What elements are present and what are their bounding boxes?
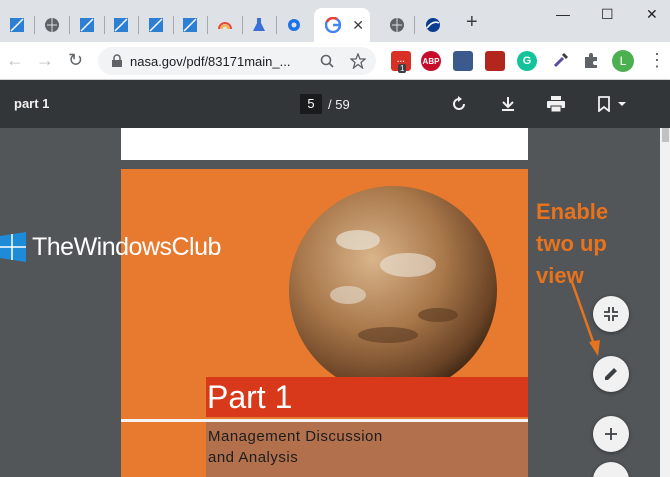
new-tab-button[interactable]: + <box>466 12 478 32</box>
globe-icon <box>45 18 59 32</box>
blue-extension-icon[interactable] <box>453 51 473 71</box>
browser-window: ✕ + — ☐ ✕ ← → ↻ nasa.gov/pdf/83171main_.… <box>0 0 670 477</box>
tab-8[interactable] <box>242 8 276 42</box>
tab-close-icon[interactable]: ✕ <box>352 18 364 32</box>
annotation-line-2: two up <box>536 231 607 256</box>
zoom-out-icon <box>604 473 618 477</box>
page-subheading-line-2: and Analysis <box>208 449 299 466</box>
zoom-in-icon <box>605 428 617 440</box>
extension-badge: 1 <box>398 64 407 73</box>
bookmark-star-icon[interactable] <box>350 53 366 69</box>
lock-icon <box>112 54 122 67</box>
nasa-icon <box>426 18 440 32</box>
page-subheading: Management Discussion and Analysis <box>208 426 383 468</box>
profile-avatar[interactable]: L <box>612 50 634 72</box>
eyedropper-icon[interactable] <box>552 51 570 69</box>
zoom-in-button[interactable] <box>593 416 629 452</box>
globe-icon <box>390 18 404 32</box>
vertical-scrollbar[interactable] <box>660 128 670 477</box>
fit-to-page-button[interactable] <box>593 296 629 332</box>
mars-image <box>289 186 497 394</box>
watermark: TheWindowsClub <box>0 230 221 264</box>
tab-6[interactable] <box>173 8 207 42</box>
url-text[interactable]: nasa.gov/pdf/83171main_... <box>130 54 290 69</box>
reload-button[interactable]: ↻ <box>68 51 83 69</box>
page-subheading-line-1: Management Discussion <box>208 428 383 445</box>
rotate-icon[interactable] <box>447 92 471 116</box>
maximize-button[interactable]: ☐ <box>601 6 614 23</box>
abp-icon[interactable]: ABP <box>421 51 441 71</box>
back-button[interactable]: ← <box>6 51 24 69</box>
blue-square-icon <box>183 18 197 32</box>
tab-1[interactable] <box>0 8 34 42</box>
tab-11[interactable] <box>380 8 414 42</box>
annotate-button[interactable] <box>593 356 629 392</box>
pdf-toolbar: part 1 5 / 59 <box>0 80 670 128</box>
chrome-menu-button[interactable]: ⋮ <box>648 50 666 71</box>
tab-strip: ✕ + — ☐ ✕ <box>0 0 670 42</box>
minimize-button[interactable]: — <box>556 6 570 22</box>
red-book-extension-icon[interactable] <box>485 51 505 71</box>
tab-9[interactable] <box>277 8 311 42</box>
gear-icon <box>288 19 300 31</box>
tab-12[interactable] <box>416 8 450 42</box>
pdf-title: part 1 <box>14 96 50 111</box>
scrollbar-thumb[interactable] <box>662 128 669 142</box>
flask-icon <box>253 18 265 31</box>
address-bar[interactable]: nasa.gov/pdf/83171main_... <box>98 47 376 75</box>
zoom-icon[interactable] <box>320 54 334 68</box>
tab-2[interactable] <box>35 8 69 42</box>
blue-square-icon <box>114 18 128 32</box>
bookmark-menu-button[interactable] <box>592 92 632 116</box>
google-icon <box>325 17 341 33</box>
rainbow-icon <box>218 22 232 30</box>
windows-logo-icon <box>0 232 26 262</box>
annotation: Enable two up view <box>536 196 608 292</box>
print-icon[interactable] <box>544 92 568 116</box>
blue-square-icon <box>10 18 24 32</box>
tab-active-google[interactable]: ✕ <box>314 8 370 42</box>
forward-button[interactable]: → <box>36 51 54 69</box>
current-page: Part 1 Management Discussion and Analysi… <box>121 169 528 477</box>
blue-square-icon <box>149 18 163 32</box>
tab-5[interactable] <box>139 8 173 42</box>
page-number-input[interactable]: 5 <box>300 94 322 114</box>
previous-page <box>121 128 528 160</box>
tab-3[interactable] <box>70 8 104 42</box>
close-window-button[interactable]: ✕ <box>646 6 658 23</box>
tab-7[interactable] <box>208 8 242 42</box>
browser-toolbar: ← → ↻ nasa.gov/pdf/83171main_... ··· 1 A… <box>0 42 670 80</box>
fit-to-page-icon <box>604 307 618 321</box>
pencil-icon <box>605 368 617 380</box>
bookmark-icon <box>598 96 610 112</box>
extensions-puzzle-icon[interactable] <box>582 52 600 70</box>
download-icon[interactable] <box>496 92 520 116</box>
annotation-line-1: Enable <box>536 199 609 224</box>
tab-4[interactable] <box>104 8 138 42</box>
blue-square-icon <box>80 18 94 32</box>
page-total: / 59 <box>328 97 350 112</box>
chevron-down-icon <box>618 102 626 106</box>
watermark-text: TheWindowsClub <box>32 232 221 261</box>
page-heading: Part 1 <box>207 379 293 415</box>
grammarly-icon[interactable]: G <box>517 51 537 71</box>
